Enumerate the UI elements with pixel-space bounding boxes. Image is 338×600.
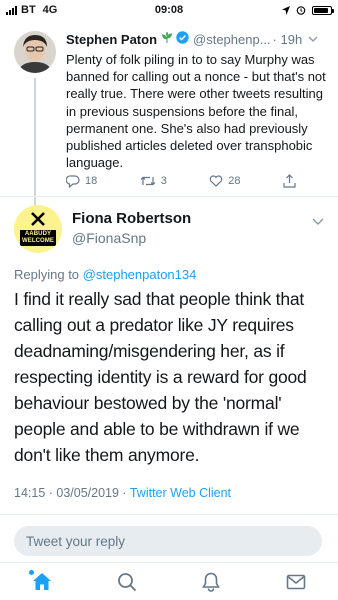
carrier-label: BT [21, 4, 36, 16]
reply-input[interactable]: Tweet your reply [14, 526, 322, 556]
divider [0, 196, 338, 197]
tab-bar [0, 562, 338, 600]
mail-icon [286, 574, 306, 589]
retweet-button[interactable]: 3 [140, 175, 167, 187]
tab-notifications[interactable] [191, 567, 231, 597]
divider [0, 514, 338, 515]
avatar-badge-line2: WELCOME [21, 238, 55, 244]
tweet-text: I find it really sad that people think t… [14, 289, 307, 465]
retweet-icon [140, 176, 156, 186]
tab-search[interactable] [107, 567, 147, 597]
tweet-age: · 19h [272, 31, 303, 47]
search-icon [117, 572, 136, 591]
avatar-badge-line1: AABUDY [24, 231, 52, 237]
client-link[interactable]: Twitter Web Client [130, 486, 231, 500]
avatar-photo [14, 31, 56, 73]
like-button[interactable]: 28 [209, 175, 241, 187]
battery-icon [312, 5, 334, 15]
leaf-icon [161, 31, 173, 47]
status-left: BT 4G [6, 4, 57, 16]
parent-tweet[interactable]: Stephen Paton @stephenp... · 19h Plenty … [0, 24, 338, 214]
replying-to: Replying to @stephenpaton134 [14, 267, 196, 282]
network-label: 4G [42, 4, 58, 16]
reply-icon [66, 174, 80, 188]
parent-tweet-text: Plenty of folk piling in to to say Murph… [66, 52, 326, 171]
verified-badge-icon [176, 31, 189, 47]
thread-line [34, 78, 36, 214]
chevron-down-icon[interactable] [308, 33, 318, 45]
author-name[interactable]: Stephen Paton [66, 32, 157, 47]
timestamp: 14:15 · 03/05/2019 · [14, 486, 130, 500]
heart-icon [209, 175, 223, 187]
tab-messages[interactable] [276, 567, 316, 597]
reply-button[interactable]: 18 [66, 174, 98, 188]
like-count: 28 [228, 175, 241, 187]
author-handle[interactable]: @FionaSnp [72, 230, 146, 246]
bell-icon [202, 572, 221, 592]
status-bar: BT 4G 09:08 [0, 0, 338, 20]
parent-tweet-actions: 18 3 28 [66, 174, 296, 188]
snp-logo-icon [30, 212, 46, 229]
reply-count: 18 [85, 175, 98, 187]
avatar-badge: AABUDY WELCOME [19, 230, 57, 246]
alarm-icon [296, 6, 306, 15]
author-name[interactable]: Fiona Robertson [72, 210, 191, 227]
unread-dot [29, 569, 35, 575]
tweet-meta: 14:15 · 03/05/2019 · Twitter Web Client [14, 486, 231, 500]
avatar[interactable] [14, 31, 56, 73]
home-icon [33, 573, 52, 590]
avatar[interactable]: AABUDY WELCOME [14, 205, 62, 253]
share-button[interactable] [283, 174, 296, 188]
retweet-count: 3 [160, 175, 167, 187]
signal-icon [6, 5, 17, 15]
status-right [282, 5, 334, 15]
share-icon [283, 174, 296, 188]
replying-handle-link[interactable]: @stephenpaton134 [83, 267, 197, 282]
author-handle[interactable]: @stephenp... [193, 32, 271, 47]
replying-prefix: Replying to [14, 267, 80, 282]
location-icon [282, 5, 290, 15]
parent-tweet-header: Stephen Paton @stephenp... · 19h [66, 31, 328, 47]
tab-home[interactable] [22, 567, 62, 597]
chevron-down-icon[interactable] [312, 212, 324, 230]
reply-placeholder: Tweet your reply [26, 533, 126, 549]
